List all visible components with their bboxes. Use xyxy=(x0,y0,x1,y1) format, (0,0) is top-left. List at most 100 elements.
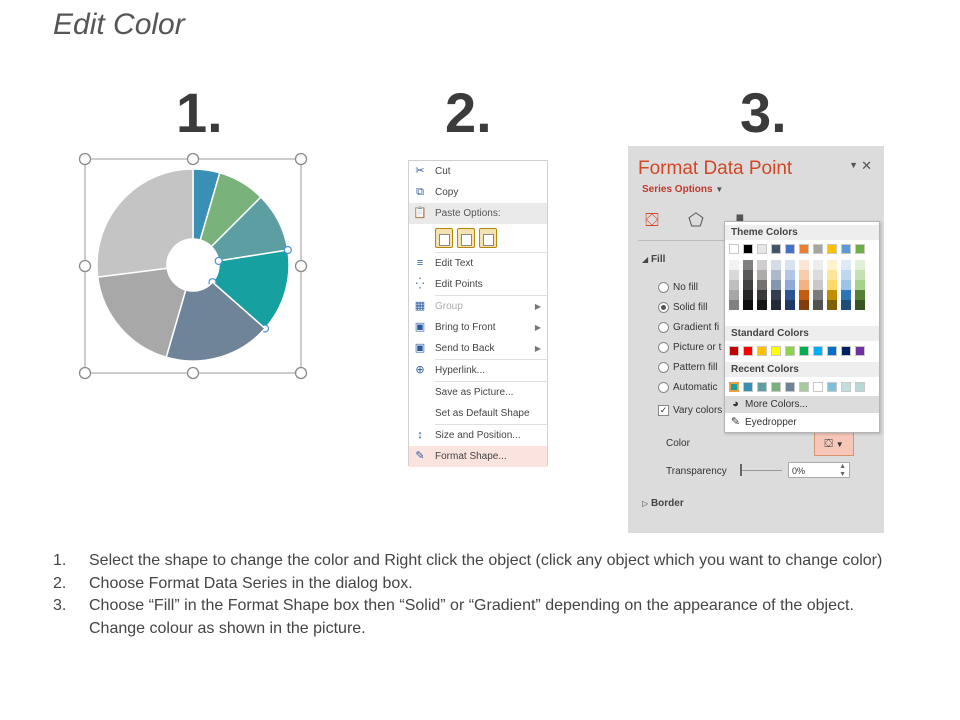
theme-shade-swatch[interactable] xyxy=(827,290,837,300)
segment-selection-handle[interactable] xyxy=(214,256,223,266)
theme-shade-swatch[interactable] xyxy=(743,280,753,290)
theme-color-swatch[interactable] xyxy=(855,244,865,254)
theme-color-swatch[interactable] xyxy=(729,244,739,254)
theme-shade-swatch[interactable] xyxy=(799,290,809,300)
recent-color-swatch[interactable] xyxy=(827,382,837,392)
theme-shade-swatch[interactable] xyxy=(813,300,823,310)
theme-shade-swatch[interactable] xyxy=(799,270,809,280)
recent-color-swatch[interactable] xyxy=(855,382,865,392)
radio-picture-fill[interactable]: Picture or t xyxy=(658,342,721,353)
eyedropper-item[interactable]: ✎ Eyedropper xyxy=(725,414,879,431)
color-picker-button[interactable]: ⛋ ▼ xyxy=(814,432,854,456)
border-section-header[interactable]: ▷ Border xyxy=(642,498,684,509)
theme-shade-swatch[interactable] xyxy=(799,260,809,270)
standard-color-swatch[interactable] xyxy=(785,346,795,356)
resize-handle[interactable] xyxy=(294,152,308,166)
theme-shade-swatch[interactable] xyxy=(729,270,739,280)
theme-shade-swatch[interactable] xyxy=(785,270,795,280)
standard-color-swatch[interactable] xyxy=(743,346,753,356)
theme-shade-swatch[interactable] xyxy=(785,260,795,270)
transparency-slider[interactable] xyxy=(740,470,782,471)
theme-shade-swatch[interactable] xyxy=(827,260,837,270)
theme-shade-swatch[interactable] xyxy=(799,300,809,310)
theme-shade-swatch[interactable] xyxy=(771,280,781,290)
transparency-slider-knob[interactable] xyxy=(740,464,742,476)
theme-shade-swatch[interactable] xyxy=(841,280,851,290)
theme-shade-swatch[interactable] xyxy=(743,300,753,310)
theme-shade-swatch[interactable] xyxy=(757,300,767,310)
pane-options-dropdown-icon[interactable]: ▼ xyxy=(849,160,858,170)
theme-shade-swatch[interactable] xyxy=(827,280,837,290)
theme-color-swatch[interactable] xyxy=(827,244,837,254)
menu-item-cut[interactable]: ✂ Cut xyxy=(409,161,547,182)
theme-shade-swatch[interactable] xyxy=(827,300,837,310)
resize-handle[interactable] xyxy=(186,152,200,166)
theme-shade-swatch[interactable] xyxy=(827,270,837,280)
donut-chart[interactable] xyxy=(78,152,308,380)
theme-shade-swatch[interactable] xyxy=(799,280,809,290)
theme-shade-swatch[interactable] xyxy=(841,260,851,270)
theme-shade-swatch[interactable] xyxy=(813,270,823,280)
theme-shade-swatch[interactable] xyxy=(771,270,781,280)
theme-shade-swatch[interactable] xyxy=(841,290,851,300)
recent-color-swatch[interactable] xyxy=(729,382,739,392)
theme-color-swatch[interactable] xyxy=(771,244,781,254)
recent-color-swatch[interactable] xyxy=(799,382,809,392)
radio-solid-fill[interactable]: Solid fill xyxy=(658,302,707,313)
theme-color-swatch[interactable] xyxy=(813,244,823,254)
theme-color-swatch[interactable] xyxy=(799,244,809,254)
resize-handle[interactable] xyxy=(186,366,200,380)
recent-color-swatch[interactable] xyxy=(743,382,753,392)
radio-automatic[interactable]: Automatic xyxy=(658,382,717,393)
theme-shade-swatch[interactable] xyxy=(757,260,767,270)
menu-item-send-to-back[interactable]: ▣ Send to Back ▶ xyxy=(409,338,547,359)
checkbox[interactable]: ✓ xyxy=(658,405,669,416)
standard-color-swatch[interactable] xyxy=(813,346,823,356)
radio-no-fill[interactable]: No fill xyxy=(658,282,698,293)
resize-handle[interactable] xyxy=(78,259,92,273)
menu-item-copy[interactable]: ⧉ Copy xyxy=(409,182,547,203)
more-colors-item[interactable]: ◕ More Colors... xyxy=(725,396,879,413)
donut-chart-selection[interactable] xyxy=(78,152,308,380)
recent-color-swatch[interactable] xyxy=(841,382,851,392)
paste-picture-icon[interactable] xyxy=(479,228,497,248)
menu-item-hyperlink[interactable]: ⊕ Hyperlink... xyxy=(409,360,547,381)
theme-shade-swatch[interactable] xyxy=(855,300,865,310)
theme-color-swatch[interactable] xyxy=(785,244,795,254)
theme-shade-swatch[interactable] xyxy=(729,280,739,290)
effects-tab-icon[interactable]: ⬠ xyxy=(684,208,708,232)
theme-shade-swatch[interactable] xyxy=(757,280,767,290)
recent-color-swatch[interactable] xyxy=(757,382,767,392)
segment-selection-handle[interactable] xyxy=(283,245,292,255)
donut-segment-7[interactable] xyxy=(96,168,194,278)
radio-button[interactable] xyxy=(658,382,669,393)
series-options-dropdown[interactable]: Series Options ▼ xyxy=(642,184,723,195)
theme-shade-swatch[interactable] xyxy=(757,270,767,280)
fill-line-tab-icon[interactable]: ⛋ xyxy=(640,208,664,232)
theme-shade-swatch[interactable] xyxy=(813,280,823,290)
theme-shade-swatch[interactable] xyxy=(813,290,823,300)
theme-shade-swatch[interactable] xyxy=(855,260,865,270)
theme-shade-swatch[interactable] xyxy=(729,260,739,270)
theme-shade-swatch[interactable] xyxy=(785,300,795,310)
theme-shade-swatch[interactable] xyxy=(785,290,795,300)
theme-shade-swatch[interactable] xyxy=(855,280,865,290)
theme-shade-swatch[interactable] xyxy=(813,260,823,270)
radio-button[interactable] xyxy=(658,362,669,373)
theme-shade-swatch[interactable] xyxy=(855,290,865,300)
theme-shade-swatch[interactable] xyxy=(841,270,851,280)
theme-shade-swatch[interactable] xyxy=(771,290,781,300)
theme-shade-swatch[interactable] xyxy=(771,260,781,270)
theme-shade-swatch[interactable] xyxy=(729,300,739,310)
menu-item-save-as-picture[interactable]: Save as Picture... xyxy=(409,382,547,403)
standard-color-swatch[interactable] xyxy=(757,346,767,356)
menu-item-size-and-position[interactable]: ↕ Size and Position... xyxy=(409,425,547,446)
standard-color-swatch[interactable] xyxy=(771,346,781,356)
transparency-input[interactable]: 0% ▲ ▼ xyxy=(788,462,850,478)
standard-color-swatch[interactable] xyxy=(855,346,865,356)
recent-color-swatch[interactable] xyxy=(771,382,781,392)
standard-color-swatch[interactable] xyxy=(841,346,851,356)
resize-handle[interactable] xyxy=(294,366,308,380)
theme-color-swatch[interactable] xyxy=(841,244,851,254)
standard-color-swatch[interactable] xyxy=(729,346,739,356)
